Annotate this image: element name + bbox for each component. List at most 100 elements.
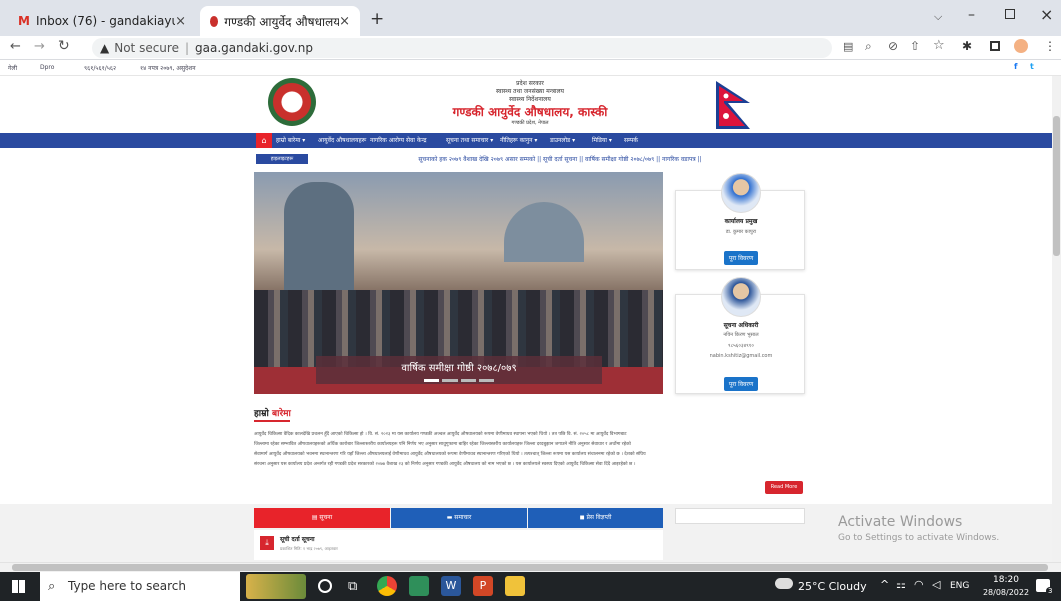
translate-icon[interactable]: ▤ [843,40,853,53]
chrome-icon[interactable] [377,576,397,596]
about-line: सेवामार्ग आयुर्वेद औषधालयको भवनमा स्थाना… [254,452,646,457]
nav-contact[interactable]: सम्पर्क [624,133,638,148]
office-chief-role: कार्यालय प्रमुख [724,218,758,225]
block-icon[interactable]: ⊘ [888,39,898,53]
info-officer-details-button[interactable]: पूरा विवरण [723,377,759,391]
facebook-icon[interactable]: f [1014,62,1017,71]
extensions-icon[interactable]: ✱ [962,39,972,53]
tab-search-chevron-icon[interactable]: ⌵ [934,10,942,24]
weather-icon[interactable] [775,578,793,589]
restore-icon[interactable] [1005,9,1015,19]
volume-icon[interactable]: ◁ [932,578,940,591]
profile-avatar[interactable] [1014,39,1028,53]
tab-news-label: समाचार [454,514,472,521]
slider-dot[interactable] [460,379,476,382]
file-explorer-icon[interactable] [505,576,525,596]
clock-time[interactable]: 18:20 [986,575,1026,585]
bookmark-item[interactable]: १४ नपत्र २०७९, असुदेशन [140,64,196,72]
share-icon[interactable]: ⇧ [910,39,920,53]
start-icon[interactable] [12,580,25,593]
forward-icon[interactable]: → [34,39,45,54]
bird-widget-icon[interactable] [246,574,306,599]
site-favicon-icon [210,15,219,27]
header-line3: स्वास्थ्य निर्देशनालय [509,96,551,103]
slider-dot[interactable] [442,379,458,382]
photos-app-icon[interactable] [409,576,429,596]
slider-dot[interactable] [424,379,440,382]
tab-press[interactable]: ◼ प्रेस विज्ञप्ती [528,508,663,528]
powerpoint-icon[interactable]: P [473,576,493,596]
horizontal-scrollbar[interactable] [0,562,1061,572]
about-heading-a: हाम्रो [254,409,272,419]
info-officer-phone: ९८५६०३४९१० [727,343,754,349]
photo-statue [284,182,354,302]
warning-icon: ▲ [100,41,110,55]
main-nav: ⌂ हाम्रो बारेमा ▾ आयुर्वेद औषधालयहरू नाग… [0,133,1052,148]
bookmark-item[interactable]: Dpro [40,64,54,71]
tab-notice-label: सूचना [319,514,333,521]
nav-policy-law[interactable]: नीतिहरू कानुन ▾ [500,133,537,148]
weather-text[interactable]: 25°C Cloudy [798,580,867,593]
close-window-icon[interactable]: × [1040,5,1053,24]
minimize-icon[interactable]: – [968,7,975,23]
info-officer-email[interactable]: nabin.kshitiz@gmail.com [676,353,806,359]
search-box-input[interactable] [675,508,805,524]
home-icon[interactable]: ⌂ [256,133,272,148]
tab-notice[interactable]: ▤ सूचना [254,508,390,528]
download-icon[interactable]: ⤓ [260,536,274,550]
browser-tab-gmail[interactable]: M Inbox (76) - gandakiayurveda@g × [8,6,196,36]
zoom-icon[interactable]: ⌕ [865,39,872,54]
close-tab-icon[interactable]: × [339,14,350,29]
new-tab-button[interactable]: + [370,9,384,29]
address-bar[interactable]: ▲ Not secure | gaa.gandaki.gov.np [92,38,832,58]
header-line1: प्रदेश सरकार [516,80,544,87]
menu-dots-icon[interactable]: ⋮ [1044,39,1056,53]
info-officer-role: सूचना अधिकारी [723,322,759,329]
info-officer-avatar [721,277,761,317]
nav-about[interactable]: हाम्रो बारेमा ▾ [276,133,305,148]
slider-dot[interactable] [478,379,494,382]
reload-icon[interactable]: ↻ [58,38,70,54]
word-icon[interactable]: W [441,576,461,596]
activate-windows-hint: Go to Settings to activate Windows. [838,533,1000,543]
notice-title[interactable]: सूची दर्ता सूचना [280,535,315,543]
nav-download[interactable]: डाउनलोड ▾ [550,133,575,148]
tab-title: Inbox (76) - gandakiayurveda@g [35,14,175,28]
tab-news[interactable]: ▬ समाचार [391,508,527,528]
browser-tab-active[interactable]: गण्डकी आयुर्वेद औषधालय, कास्की × [200,6,360,36]
nepal-flag-icon [716,81,750,129]
sidepanel-icon[interactable] [990,41,1000,51]
system-tray-chevron-icon[interactable]: ^ [880,578,889,591]
about-line: जिल्लामा रहेका सम्भावित औषधालयहरूको अर्थ… [254,442,631,447]
bookmark-star-icon[interactable]: ☆ [933,38,945,53]
notice-list-item[interactable]: ⤓ सूची दर्ता सूचना प्रकाशित मिति: १ भाद्… [254,530,663,560]
nav-news[interactable]: सूचना तथा समाचार ▾ [446,133,493,148]
bookmark-item[interactable]: ९६१/५६१/५६२ [84,64,116,72]
back-icon[interactable]: ← [10,39,21,54]
office-chief-details-button[interactable]: पूरा विवरण [723,251,759,265]
about-line: आयुर्वेद चिकित्सा वैदिक कालदेखि प्रचलन ह… [254,432,627,437]
cortana-icon[interactable] [318,579,332,593]
wifi-icon[interactable]: ◠ [914,578,924,591]
nav-media[interactable]: मिडिया ▾ [592,133,612,148]
task-view-icon[interactable]: ⧉ [348,579,357,594]
clock-date[interactable]: 28/08/2022 [982,588,1030,597]
taskbar-search-box[interactable]: ⌕ Type here to search [40,572,240,601]
info-officer-name: नविन किरण भुसाल [723,332,759,338]
gmail-icon: M [18,14,30,28]
nav-health-centers[interactable]: नागरिक आरोग्य सेवा केन्द्र [370,133,427,148]
ticker-text[interactable]: सूचनाको हक २०७९ वैशाख देखि २०७९ असार सम्… [318,155,802,163]
vertical-scrollbar[interactable] [1052,76,1061,562]
bookmark-item[interactable]: गेली [8,64,17,72]
about-heading: हाम्रो बारेमा [254,406,291,419]
network-icon[interactable]: ⚏ [896,578,906,591]
notice-meta: प्रकाशित मिति: १ भाद्र २०७९, आइतवार [280,546,338,551]
vertical-scroll-thumb[interactable] [1053,116,1060,256]
image-slider[interactable]: वार्षिक समीक्षा गोष्ठी २०७८/०७९ [254,172,663,394]
twitter-icon[interactable]: t [1030,62,1034,71]
nav-ayurveda-clinics[interactable]: आयुर्वेद औषधालयहरू [318,133,366,148]
close-tab-icon[interactable]: × [175,14,186,29]
read-more-button[interactable]: Read More [765,481,803,494]
language-indicator[interactable]: ENG [950,581,969,591]
horizontal-scroll-thumb[interactable] [12,564,1048,571]
